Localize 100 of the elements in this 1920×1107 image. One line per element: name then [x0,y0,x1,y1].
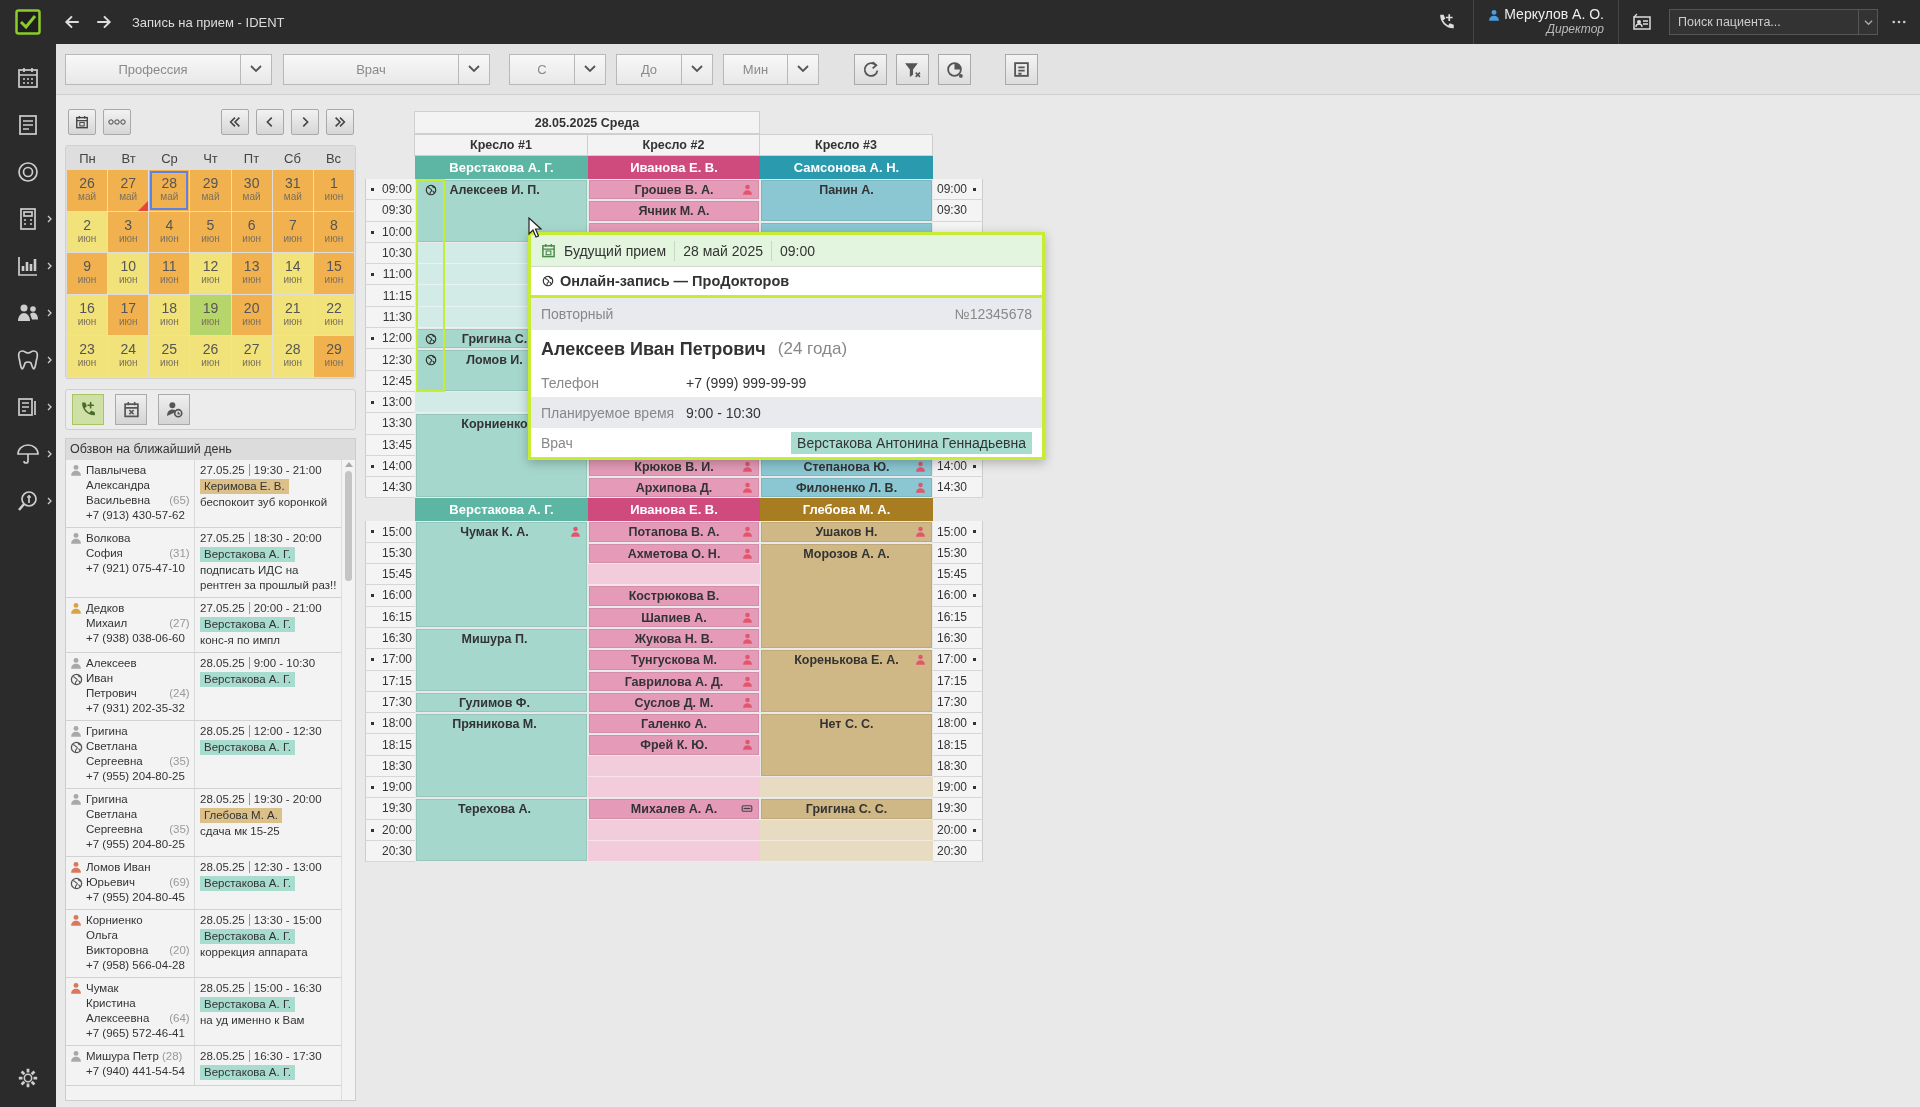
appointment-block[interactable]: Грошев В. А. [589,180,759,200]
tab[interactable] [72,393,104,425]
appointment-block[interactable]: Гулимов Ф. [416,692,587,713]
appointment-block[interactable]: Терехова А. [416,799,587,862]
more-button[interactable] [103,108,131,135]
call-item[interactable]: Волкова София (31) +7 (921) 075-47-10 27.05.25 18:30 - 20:00 Верстакова А. Г. подписать ИДС на рентген за прошлый раз!! [66,527,341,598]
calendar-day[interactable]: 28 май [149,170,190,211]
calendar-day[interactable]: 20 июн [231,294,272,335]
report-button[interactable] [1005,53,1038,85]
appointment-block[interactable]: Тунгускова М. [589,650,759,670]
calendar-day[interactable]: 5 июн [190,211,231,252]
appointment-block[interactable]: Архипова Д. [589,478,759,498]
calendar-day[interactable]: 2 июн [67,211,108,252]
appointment-block[interactable]: Гаврилова А. Д. [589,671,759,691]
appointment-block[interactable]: Мишура П. [416,628,587,691]
calendar-day[interactable]: 7 июн [272,211,313,252]
calendar-day[interactable]: 13 июн [231,253,272,294]
dropdown-field[interactable]: Мин [724,54,787,84]
user-role: Директор [1544,22,1604,37]
call-item[interactable]: Павлычева Александра Васильевна (65) +7 (913) 430-57-62 27.05.25 19:30 - 21:00 Керимова Е. В. беспокоит зуб коронкой [66,459,341,528]
calendar-day[interactable]: 18 июн [149,294,190,335]
next-button[interactable] [291,108,319,135]
calendar-day[interactable]: 6 июн [231,211,272,252]
today-button[interactable] [68,108,96,135]
tab[interactable] [115,393,147,425]
call-item[interactable]: Ломов Иван Юрьевич (69) +7 (955) 204-80-45 28.05.25 12:30 - 13:00 Верстакова А. Г. [66,856,341,910]
first-button[interactable] [221,108,249,135]
dropdown-field[interactable]: С [510,54,574,84]
appointment-block[interactable]: Ушаков Н. [761,522,932,542]
scrollbar-thumb[interactable] [345,470,352,581]
dropdown-field[interactable]: До [617,54,681,84]
calendar-day[interactable]: 9 июн [67,253,108,294]
calendar-day[interactable]: 14 июн [272,253,313,294]
appointment-block[interactable]: Михалев А. А. [589,799,759,819]
scrollbar[interactable] [341,459,355,1100]
calendar-day[interactable]: 15 июн [313,253,354,294]
clear-filter-button[interactable] [896,53,929,85]
call-item[interactable]: Дедков Михаил (27) +7 (938) 038-06-60 27.05.25 20:00 - 21:00 Верстакова А. Г. конс-я по импл [66,597,341,653]
tab[interactable] [158,393,190,425]
calendar-day[interactable]: 22 июн [313,294,354,335]
appointment-block[interactable]: Алексеев И. П. [416,180,587,242]
calendar-day[interactable]: 28 июн [272,336,313,377]
dropdown-field[interactable]: Врач [284,54,458,84]
last-button[interactable] [326,108,354,135]
calendar-day[interactable]: 29 июн [313,336,354,377]
calendar-day[interactable]: 8 июн [313,211,354,252]
calendar-day[interactable]: 4 июн [149,211,190,252]
refresh-button[interactable] [854,53,887,85]
appointment-block[interactable]: Ахметова О. Н. [589,543,759,564]
calendar-day[interactable]: 3 июн [108,211,149,252]
calendar-day[interactable]: 11 июн [149,253,190,294]
calendar-day[interactable]: 12 июн [190,253,231,294]
search-field[interactable]: Поиск пациента... [1670,10,1858,34]
calendar-day[interactable]: 25 июн [149,336,190,377]
dropdown[interactable]: Врач [283,53,490,85]
appointment-block[interactable]: Григина С. С. [761,799,932,819]
calendar-day[interactable]: 26 май [67,170,108,211]
calendar-day[interactable]: 30 май [231,170,272,211]
call-item[interactable]: Григина Светлана Сергеевна (35) +7 (955) 204-80-25 28.05.25 12:00 - 12:30 Верстакова А. Г. [66,720,341,789]
calendar-day[interactable]: 29 май [190,170,231,211]
previous-button[interactable] [256,108,284,135]
dropdown[interactable]: С [509,53,606,85]
calendar-day[interactable]: 16 июн [67,294,108,335]
call-item[interactable]: Алексеев Иван Петрович (24) +7 (931) 202-35-32 28.05.25 9:00 - 10:30 Верстакова А. Г. [66,652,341,721]
calendar-day[interactable]: 31 май [272,170,313,211]
appointment-block[interactable]: Чумак К. А. [416,522,587,627]
appointment-block[interactable]: Фрей К. Ю. [589,735,759,755]
appointment-block[interactable]: Коренькова Е. А. [761,650,932,713]
call-item[interactable]: Григина Светлана Сергеевна (35) +7 (955) 204-80-25 28.05.25 19:30 - 20:00 Глебова М. А. сдача мк 15-25 [66,788,341,857]
calendar-day[interactable]: 27 июн [231,336,272,377]
appointment-block[interactable]: Панин А. [761,180,932,221]
statistics-button[interactable] [938,53,971,85]
appointment-block[interactable]: Нет С. С. [761,714,932,776]
appointment-block[interactable]: Пряникова М. [416,714,587,798]
dropdown-field[interactable]: Профессия [66,54,240,84]
dropdown[interactable]: Мин [723,53,819,85]
calendar-day[interactable]: 1 июн [313,170,354,211]
appointment-block[interactable]: Кострюкова В. [589,586,759,606]
calendar-day[interactable]: 24 июн [108,336,149,377]
calendar-day[interactable]: 17 июн [108,294,149,335]
call-item[interactable]: Чумак Кристина Алексеевна (64) +7 (965) 572-46-41 28.05.25 15:00 - 16:30 Верстакова А. Г. на уд именно к Вам [66,977,341,1046]
call-item[interactable]: Корниенко Ольга Викторовна (20) +7 (958) 566-04-28 28.05.25 13:30 - 15:00 Верстакова А. Г. коррекция аппарата [66,909,341,978]
appointment-block[interactable]: Жукова Н. В. [589,628,759,649]
appointment-block[interactable]: Суслов Д. М. [589,692,759,713]
appointment-block[interactable]: Шапиев А. [589,607,759,627]
appointment-block[interactable]: Галенко А. [589,714,759,734]
calendar-day[interactable]: 21 июн [272,294,313,335]
calendar-day[interactable]: 27 май [108,170,149,211]
calendar-day[interactable]: 23 июн [67,336,108,377]
calendar-day[interactable]: 19 июн [190,294,231,335]
dropdown[interactable]: До [616,53,713,85]
call-item[interactable]: Мишура Петр (28) +7 (940) 441-54-54 28.05.25 16:30 - 17:30 Верстакова А. Г. [66,1045,341,1086]
appointment-block[interactable]: Потапова В. А. [589,522,759,542]
appointment-block[interactable]: Морозов А. А. [761,543,932,649]
appointment-block[interactable]: Филоненко Л. В. [761,478,932,498]
appointment-block[interactable]: Ячник М. А. [589,201,759,221]
calendar-day[interactable]: 10 июн [108,253,149,294]
dropdown[interactable]: Профессия [65,53,272,85]
search-box[interactable]: Поиск пациента... [1669,9,1878,35]
calendar-day[interactable]: 26 июн [190,336,231,377]
